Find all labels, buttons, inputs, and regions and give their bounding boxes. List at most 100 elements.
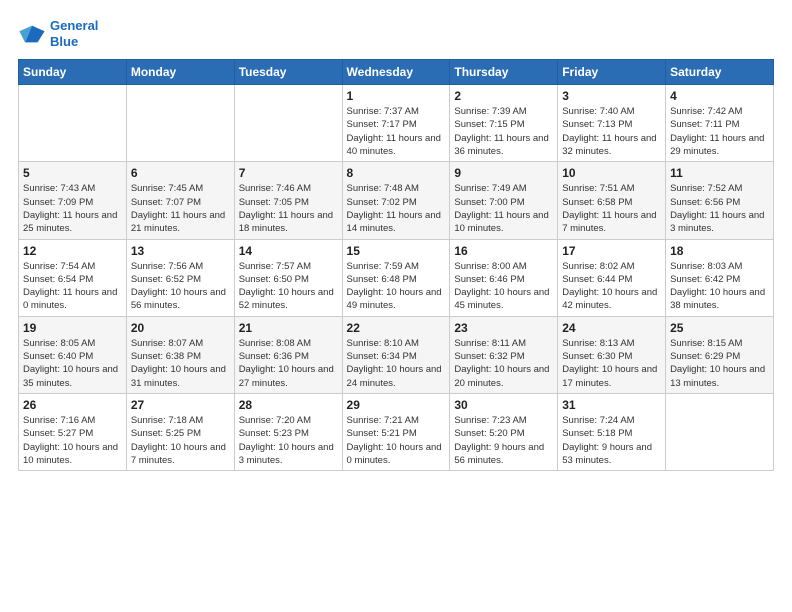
day-info: Sunrise: 7:16 AMSunset: 5:27 PMDaylight:… — [23, 414, 122, 467]
day-info: Sunrise: 7:20 AMSunset: 5:23 PMDaylight:… — [239, 414, 338, 467]
calendar-cell: 4 Sunrise: 7:42 AMSunset: 7:11 PMDaylight… — [666, 85, 774, 162]
calendar-cell: 24 Sunrise: 8:13 AMSunset: 6:30 PMDayligh… — [558, 316, 666, 393]
day-info: Sunrise: 7:48 AMSunset: 7:02 PMDaylight:… — [347, 182, 446, 235]
day-info: Sunrise: 7:45 AMSunset: 7:07 PMDaylight:… — [131, 182, 230, 235]
day-number: 20 — [131, 321, 230, 335]
day-number: 30 — [454, 398, 553, 412]
day-info: Sunrise: 7:57 AMSunset: 6:50 PMDaylight:… — [239, 260, 338, 313]
weekday-header: Thursday — [450, 60, 558, 85]
day-info: Sunrise: 7:52 AMSunset: 6:56 PMDaylight:… — [670, 182, 769, 235]
calendar-cell — [126, 85, 234, 162]
logo: General Blue — [18, 18, 98, 49]
calendar-cell: 21 Sunrise: 8:08 AMSunset: 6:36 PMDayligh… — [234, 316, 342, 393]
day-info: Sunrise: 8:11 AMSunset: 6:32 PMDaylight:… — [454, 337, 553, 390]
header: General Blue — [18, 18, 774, 49]
calendar-cell: 26 Sunrise: 7:16 AMSunset: 5:27 PMDayligh… — [19, 393, 127, 470]
calendar-cell: 3 Sunrise: 7:40 AMSunset: 7:13 PMDaylight… — [558, 85, 666, 162]
calendar-cell: 10 Sunrise: 7:51 AMSunset: 6:58 PMDayligh… — [558, 162, 666, 239]
day-info: Sunrise: 8:05 AMSunset: 6:40 PMDaylight:… — [23, 337, 122, 390]
day-number: 28 — [239, 398, 338, 412]
weekday-header: Tuesday — [234, 60, 342, 85]
day-number: 16 — [454, 244, 553, 258]
calendar-cell: 18Sunrise: 8:03 AMSunset: 6:42 PMDayligh… — [666, 239, 774, 316]
day-number: 3 — [562, 89, 661, 103]
weekday-header: Wednesday — [342, 60, 450, 85]
day-number: 13 — [131, 244, 230, 258]
day-number: 5 — [23, 166, 122, 180]
calendar-week-row: 5 Sunrise: 7:43 AMSunset: 7:09 PMDaylight… — [19, 162, 774, 239]
day-info: Sunrise: 7:21 AMSunset: 5:21 PMDaylight:… — [347, 414, 446, 467]
day-info: Sunrise: 7:54 AMSunset: 6:54 PMDaylight:… — [23, 260, 122, 313]
day-number: 15 — [347, 244, 446, 258]
day-number: 14 — [239, 244, 338, 258]
page: General Blue SundayMondayTuesdayWednesda… — [0, 0, 792, 483]
calendar-week-row: 12 Sunrise: 7:54 AMSunset: 6:54 PMDayligh… — [19, 239, 774, 316]
calendar-cell: 7 Sunrise: 7:46 AMSunset: 7:05 PMDaylight… — [234, 162, 342, 239]
calendar-cell: 25 Sunrise: 8:15 AMSunset: 6:29 PMDayligh… — [666, 316, 774, 393]
calendar-header-row: SundayMondayTuesdayWednesdayThursdayFrid… — [19, 60, 774, 85]
day-number: 10 — [562, 166, 661, 180]
day-info: Sunrise: 8:02 AMSunset: 6:44 PMDaylight:… — [562, 260, 661, 313]
calendar-cell: 31Sunrise: 7:24 AMSunset: 5:18 PMDayligh… — [558, 393, 666, 470]
calendar-cell: 28 Sunrise: 7:20 AMSunset: 5:23 PMDayligh… — [234, 393, 342, 470]
calendar-cell: 14 Sunrise: 7:57 AMSunset: 6:50 PMDayligh… — [234, 239, 342, 316]
day-number: 19 — [23, 321, 122, 335]
day-info: Sunrise: 7:49 AMSunset: 7:00 PMDaylight:… — [454, 182, 553, 235]
day-info: Sunrise: 7:43 AMSunset: 7:09 PMDaylight:… — [23, 182, 122, 235]
calendar-cell: 13 Sunrise: 7:56 AMSunset: 6:52 PMDayligh… — [126, 239, 234, 316]
calendar-cell: 11Sunrise: 7:52 AMSunset: 6:56 PMDayligh… — [666, 162, 774, 239]
day-info: Sunrise: 8:15 AMSunset: 6:29 PMDaylight:… — [670, 337, 769, 390]
day-number: 23 — [454, 321, 553, 335]
day-info: Sunrise: 7:23 AMSunset: 5:20 PMDaylight:… — [454, 414, 553, 467]
day-number: 1 — [347, 89, 446, 103]
calendar-cell: 6Sunrise: 7:45 AMSunset: 7:07 PMDaylight… — [126, 162, 234, 239]
day-number: 4 — [670, 89, 769, 103]
calendar-week-row: 26 Sunrise: 7:16 AMSunset: 5:27 PMDayligh… — [19, 393, 774, 470]
calendar-cell — [234, 85, 342, 162]
day-info: Sunrise: 7:39 AMSunset: 7:15 PMDaylight:… — [454, 105, 553, 158]
calendar-cell: 9 Sunrise: 7:49 AMSunset: 7:00 PMDaylight… — [450, 162, 558, 239]
day-number: 21 — [239, 321, 338, 335]
weekday-header: Friday — [558, 60, 666, 85]
day-info: Sunrise: 7:59 AMSunset: 6:48 PMDaylight:… — [347, 260, 446, 313]
day-number: 17 — [562, 244, 661, 258]
calendar-cell: 22 Sunrise: 8:10 AMSunset: 6:34 PMDayligh… — [342, 316, 450, 393]
day-info: Sunrise: 7:37 AMSunset: 7:17 PMDaylight:… — [347, 105, 446, 158]
calendar-week-row: 1 Sunrise: 7:37 AMSunset: 7:17 PMDaylight… — [19, 85, 774, 162]
weekday-header: Monday — [126, 60, 234, 85]
day-number: 26 — [23, 398, 122, 412]
day-number: 7 — [239, 166, 338, 180]
day-info: Sunrise: 7:56 AMSunset: 6:52 PMDaylight:… — [131, 260, 230, 313]
day-number: 12 — [23, 244, 122, 258]
weekday-header: Saturday — [666, 60, 774, 85]
day-info: Sunrise: 8:07 AMSunset: 6:38 PMDaylight:… — [131, 337, 230, 390]
day-info: Sunrise: 7:51 AMSunset: 6:58 PMDaylight:… — [562, 182, 661, 235]
calendar-cell: 8 Sunrise: 7:48 AMSunset: 7:02 PMDaylight… — [342, 162, 450, 239]
day-number: 24 — [562, 321, 661, 335]
day-number: 9 — [454, 166, 553, 180]
day-number: 22 — [347, 321, 446, 335]
logo-text: General Blue — [50, 18, 98, 49]
calendar-cell: 17 Sunrise: 8:02 AMSunset: 6:44 PMDayligh… — [558, 239, 666, 316]
day-info: Sunrise: 8:10 AMSunset: 6:34 PMDaylight:… — [347, 337, 446, 390]
day-info: Sunrise: 7:42 AMSunset: 7:11 PMDaylight:… — [670, 105, 769, 158]
calendar-week-row: 19 Sunrise: 8:05 AMSunset: 6:40 PMDayligh… — [19, 316, 774, 393]
calendar-cell: 30 Sunrise: 7:23 AMSunset: 5:20 PMDayligh… — [450, 393, 558, 470]
day-info: Sunrise: 7:46 AMSunset: 7:05 PMDaylight:… — [239, 182, 338, 235]
logo-icon — [18, 20, 46, 48]
day-info: Sunrise: 8:08 AMSunset: 6:36 PMDaylight:… — [239, 337, 338, 390]
day-info: Sunrise: 8:00 AMSunset: 6:46 PMDaylight:… — [454, 260, 553, 313]
day-info: Sunrise: 7:18 AMSunset: 5:25 PMDaylight:… — [131, 414, 230, 467]
calendar-cell: 12 Sunrise: 7:54 AMSunset: 6:54 PMDayligh… — [19, 239, 127, 316]
calendar-cell: 20 Sunrise: 8:07 AMSunset: 6:38 PMDayligh… — [126, 316, 234, 393]
day-info: Sunrise: 8:13 AMSunset: 6:30 PMDaylight:… — [562, 337, 661, 390]
day-number: 8 — [347, 166, 446, 180]
calendar-cell: 29Sunrise: 7:21 AMSunset: 5:21 PMDayligh… — [342, 393, 450, 470]
day-number: 18 — [670, 244, 769, 258]
day-number: 27 — [131, 398, 230, 412]
weekday-header: Sunday — [19, 60, 127, 85]
calendar-cell: 27 Sunrise: 7:18 AMSunset: 5:25 PMDayligh… — [126, 393, 234, 470]
calendar-cell — [666, 393, 774, 470]
day-info: Sunrise: 7:40 AMSunset: 7:13 PMDaylight:… — [562, 105, 661, 158]
day-number: 25 — [670, 321, 769, 335]
